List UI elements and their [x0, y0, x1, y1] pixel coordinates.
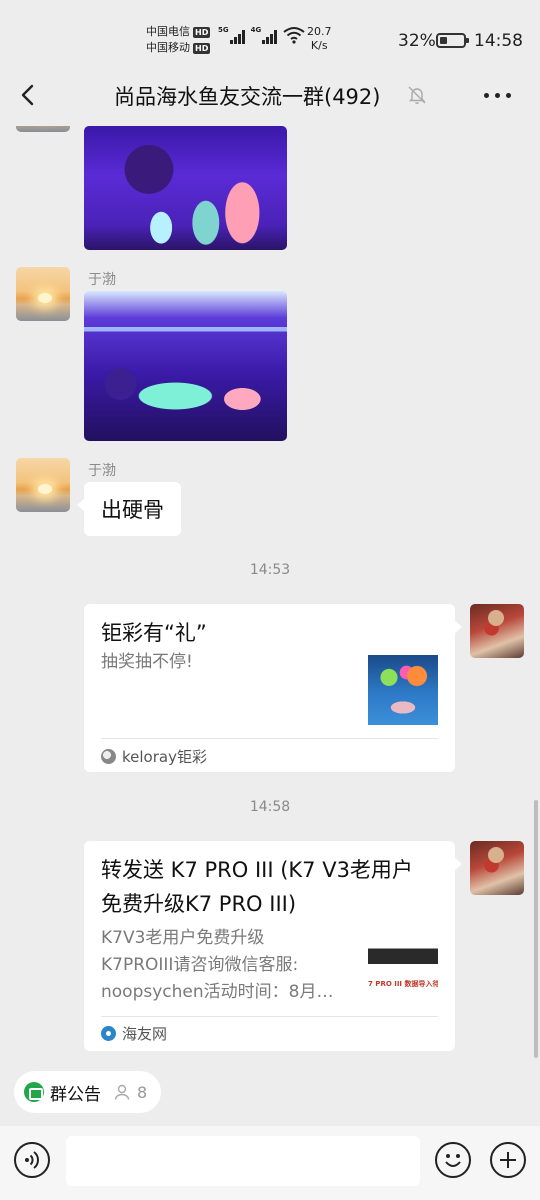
battery-icon: [436, 33, 469, 48]
input-bar: [0, 1126, 540, 1200]
image-message[interactable]: [84, 126, 287, 250]
voice-input-button[interactable]: [14, 1142, 50, 1178]
hd-badge: HD: [193, 26, 211, 38]
more-dot: [484, 92, 489, 98]
voice-icon: [25, 1151, 39, 1169]
signal-icons: 5G 4G: [218, 26, 305, 44]
status-bar: 中国电信 HD 中国移动 HD 5G 4G 20.7 K/s 32% 14:58: [0, 0, 540, 66]
speed-unit: K/s: [310, 39, 328, 52]
hd-badge: HD: [193, 42, 211, 54]
signal-4g-label: 4G: [250, 26, 262, 34]
message-input[interactable]: [66, 1136, 420, 1186]
card-description-line-2: K7PROIII请咨询微信客服:: [101, 955, 299, 975]
carrier-2: 中国移动: [146, 41, 190, 54]
sender-name: 于渤: [88, 272, 116, 288]
chat-screen: 中国电信 HD 中国移动 HD 5G 4G 20.7 K/s 32% 14:58…: [0, 0, 540, 1200]
scrollbar[interactable]: [534, 800, 538, 1058]
emoji-button[interactable]: [435, 1142, 471, 1178]
sender-avatar[interactable]: [16, 267, 70, 321]
source-logo-icon: [101, 749, 116, 764]
notice-label: 群公告: [50, 1084, 101, 1105]
message-list[interactable]: 于渤 于渤 出硬骨 14:53 钜彩有“礼” 抽奖抽不停! keloray钜彩 …: [0, 126, 540, 1058]
card-description-line-1: K7V3老用户免费升级: [101, 928, 265, 948]
network-speed: 20.7 K/s: [307, 25, 332, 53]
card-title-line-2: 免费升级K7 PRO III): [101, 892, 297, 916]
card-source: keloray钜彩: [101, 746, 207, 767]
signal-5g-icon: 5G: [218, 26, 245, 44]
card-divider: [101, 738, 438, 739]
battery-fill: [440, 37, 447, 44]
bell-off-icon: [408, 86, 426, 104]
wifi-icon: [283, 27, 305, 44]
battery-percent: 32%: [398, 31, 436, 51]
text-message[interactable]: 出硬骨: [77, 482, 181, 536]
self-avatar[interactable]: [470, 604, 524, 658]
status-time: 14:58: [474, 31, 523, 51]
carrier-info: 中国电信 HD 中国移动 HD: [146, 24, 211, 56]
thumbnail-caption: 7 PRO III 数据导入待: [368, 980, 438, 988]
card-thumbnail: [368, 655, 438, 725]
signal-4g-icon: 4G: [251, 26, 278, 44]
notice-icon: [24, 1082, 44, 1102]
member-count: 8: [137, 1082, 148, 1102]
self-avatar[interactable]: [470, 841, 524, 895]
card-thumbnail: 7 PRO III 数据导入待: [368, 933, 438, 1003]
smile-icon: [445, 1154, 461, 1167]
source-logo-icon: [101, 1026, 116, 1041]
card-source-name: keloray钜彩: [122, 748, 207, 766]
more-options-button[interactable]: [484, 88, 520, 102]
image-message[interactable]: [84, 291, 287, 441]
member-icon: [114, 1084, 130, 1100]
card-source-name: 海友网: [122, 1025, 168, 1043]
card-description-line-3: noopsychen活动时间：8月…: [101, 982, 334, 1002]
card-title: 钜彩有“礼”: [101, 621, 207, 645]
card-description: 抽奖抽不停!: [101, 652, 193, 672]
group-notice-button[interactable]: 群公告 8: [14, 1071, 162, 1113]
sender-avatar[interactable]: [16, 458, 70, 512]
link-card[interactable]: 钜彩有“礼” 抽奖抽不停! keloray钜彩: [84, 604, 462, 772]
link-card[interactable]: 转发送 K7 PRO III (K7 V3老用户 免费升级K7 PRO III)…: [84, 841, 462, 1051]
sender-avatar[interactable]: [16, 126, 70, 132]
signal-5g-label: 5G: [218, 26, 229, 34]
card-title-line-1: 转发送 K7 PRO III (K7 V3老用户: [101, 858, 413, 882]
sender-name: 于渤: [88, 463, 116, 479]
message-time: 14:58: [249, 799, 291, 815]
plus-icon[interactable]: [490, 1142, 526, 1178]
speed-value: 20.7: [307, 25, 332, 38]
group-title[interactable]: 尚品海水鱼友交流一群(492): [114, 81, 380, 111]
back-button[interactable]: [14, 80, 44, 110]
card-source: 海友网: [101, 1023, 167, 1044]
more-dot: [506, 92, 511, 98]
more-dot: [495, 92, 500, 98]
message-time: 14:53: [249, 562, 291, 578]
carrier-1: 中国电信: [146, 25, 190, 38]
card-divider: [101, 1016, 438, 1017]
chat-header: 尚品海水鱼友交流一群(492): [0, 66, 540, 126]
